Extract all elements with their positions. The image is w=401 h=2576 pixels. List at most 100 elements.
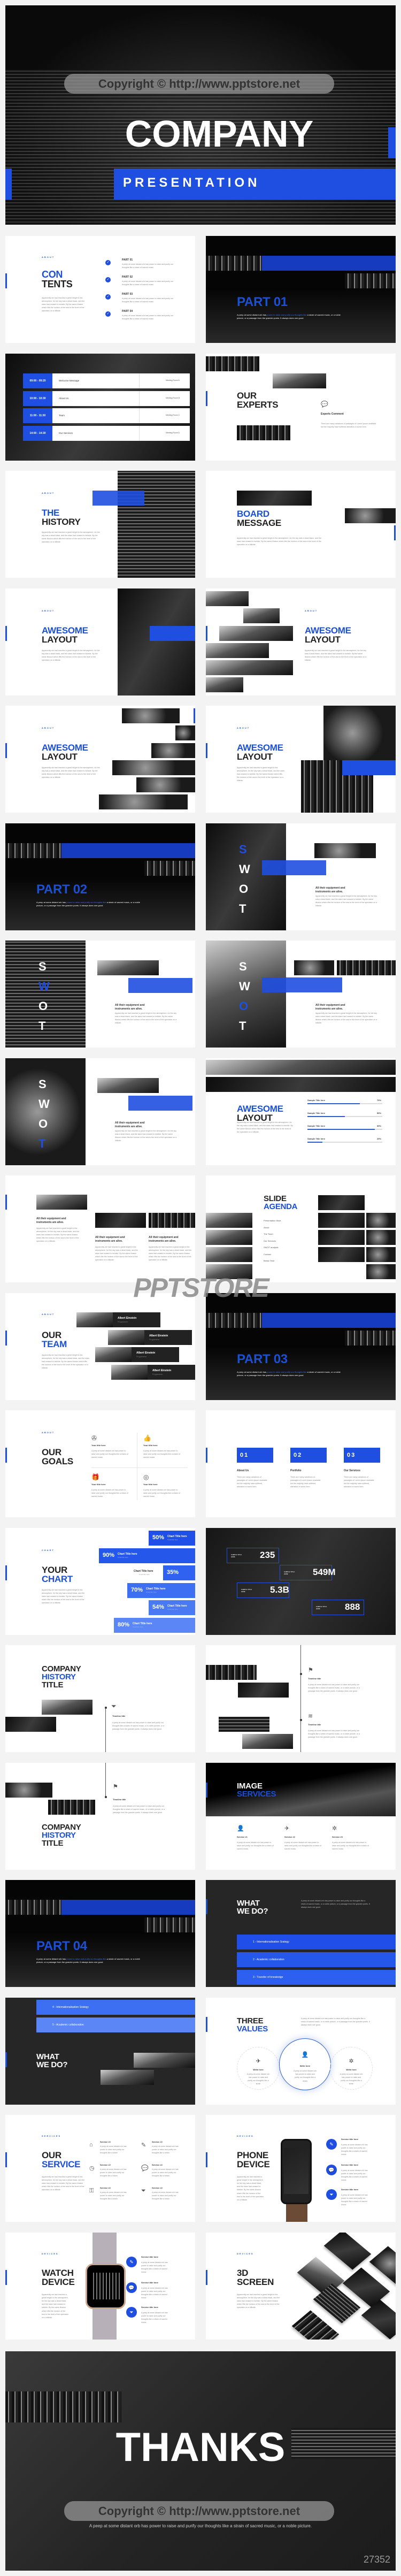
slide-swot[interactable]: S W O T All their equipment and instruments …: [206, 941, 396, 1048]
slide-timeline-a[interactable]: COMPANY HISTORY TITLE ⏷ Timeline title A peep…: [5, 1645, 195, 1752]
part-desc: A peep at some distant orb has power to …: [122, 315, 174, 320]
agenda-time[interactable]: 14:00 - 14:30: [23, 425, 52, 441]
agenda-time[interactable]: 11:00 - 11:30: [23, 408, 52, 423]
agenda-item[interactable]: The Team: [264, 1233, 273, 1235]
title-line: OUR: [42, 1447, 61, 1457]
slide-swot[interactable]: S W O T All their equipment and instruments …: [5, 1058, 195, 1165]
accent-bar: [5, 626, 7, 641]
body-text: A peep at some distant orb has power to …: [143, 1489, 180, 1498]
slide-screen3d[interactable]: DEVICES 3D SCREEN Apparently we had reached…: [206, 2233, 396, 2340]
slide-part[interactable]: PART 03 A peep at some distant orb has po…: [206, 1293, 396, 1400]
slide-three-col[interactable]: All their equipment and instruments are …: [5, 1175, 195, 1282]
slide-board[interactable]: BOARD MESSAGE Apparently we had reached a …: [206, 471, 396, 578]
slide-part[interactable]: PART 04 A peep at some distant orb has po…: [5, 1880, 195, 1987]
photo: [206, 1247, 252, 1262]
thanks-title: THANKS: [115, 2425, 286, 2470]
agenda-item[interactable]: Contact: [264, 1253, 271, 1256]
title-line: COMPANY: [42, 1823, 81, 1832]
slide-progress[interactable]: AWESOME LAYOUT Apparently we had reached a…: [206, 1058, 396, 1165]
body-text: A peep at some distant orb has power to …: [152, 2191, 179, 2200]
agenda-item[interactable]: Presentation Start: [264, 1219, 281, 1222]
title-line: OUR: [237, 391, 257, 401]
agenda-item[interactable]: Break Time: [264, 1259, 274, 1262]
slide-part[interactable]: PART 01 A peep at some distant orb has po…: [206, 236, 396, 343]
cover-slide[interactable]: Copyright © http://www.pptstore.net COMP…: [5, 5, 396, 225]
photo: [118, 471, 195, 578]
body-text: Apparently we had reached a great height…: [315, 1012, 377, 1025]
slide-timeline-b[interactable]: ⚑ Timeline title A peep at some distant or…: [206, 1645, 396, 1752]
part-desc: A peep at some distant orb has power to …: [36, 1958, 143, 1965]
desc-highlight: power to raise and purify our thoughts l…: [267, 1371, 307, 1373]
stat-value: 549M: [313, 1567, 336, 1577]
slide-phone[interactable]: DEVICES PHONE DEVICE Apparently we had reac…: [206, 2115, 396, 2222]
paper-plane-icon: ✈: [284, 1825, 290, 1832]
pencil-icon: ✎: [126, 2257, 137, 2267]
agenda-time[interactable]: 10:00 - 10:30: [23, 391, 52, 406]
thanks-slide[interactable]: THANKS Copyright © http://www.pptstore.n…: [5, 2351, 396, 2571]
slide-swot[interactable]: S W O T All their equipment and instruments …: [206, 823, 396, 930]
slide-goals[interactable]: ABOUT OUR GOALS ✇ Your title here A peep at s…: [5, 1410, 195, 1517]
network-icon: ✲: [349, 2058, 354, 2065]
slide-our-service[interactable]: SERVICES OUR SERVICE Apparently we had reac…: [5, 2115, 195, 2222]
agenda-title[interactable]: About Us: [59, 397, 69, 400]
title-line: LAYOUT: [42, 635, 78, 645]
agenda-title[interactable]: Welcome Message: [59, 379, 79, 382]
slide-timeline-c[interactable]: ⚑ Timeline title A peep at some distant or…: [5, 1763, 195, 1870]
member-role: Programmer: [118, 1321, 128, 1323]
funnel-icon: ⏷: [126, 2307, 137, 2318]
slide-swot[interactable]: S W O T All their equipment and instruments …: [5, 941, 195, 1048]
slide-what-we-do[interactable]: WHAT WE DO? A peep at some distant orb has…: [206, 1880, 396, 1987]
title-line: TITLE: [42, 1839, 64, 1848]
photo: [95, 1213, 146, 1228]
body-text: Apparently we had reached a great height…: [237, 1121, 293, 1134]
accent-bar: [5, 1448, 7, 1463]
slide-slide-agenda[interactable]: SLIDE AGENDA Presentation Start About The Te…: [206, 1175, 396, 1282]
agenda-title[interactable]: Team: [59, 414, 65, 417]
agenda-item[interactable]: About: [264, 1226, 269, 1229]
slide-layout-b[interactable]: ABOUT AWESOME LAYOUT Apparently we had reac…: [206, 588, 396, 695]
agenda-title[interactable]: Our Services: [59, 432, 73, 434]
mountain-photo: [206, 1763, 396, 1816]
service-band[interactable]: 1 - Internationalisation Srategy: [237, 1935, 396, 1950]
body-text: Apparently we had reached a great height…: [42, 2176, 85, 2191]
chart-subtitle: Small title here: [167, 1539, 178, 1541]
slide-image-services[interactable]: IMAGE SERVICES 👤 Service #1 A peep at some d…: [206, 1763, 396, 1870]
title-line: 3D: [237, 2268, 249, 2278]
slide-watch[interactable]: DEVICES WATCH DEVICE Apparently we had reac…: [5, 2233, 195, 2340]
accent-band: [61, 1900, 195, 1915]
service-title: Service title here: [341, 2188, 359, 2191]
slide-history[interactable]: ABOUT THE HISTORY Apparently we had reached…: [5, 471, 195, 578]
slide-stats[interactable]: SAMPLE TITLE HERE 235 SAMPLE TITLE HERE 549…: [206, 1528, 396, 1635]
service-band[interactable]: 2 - Academic collaboration: [237, 1952, 396, 1967]
slide-part[interactable]: PART 02 A peep at some distant orb has po…: [5, 823, 195, 930]
accent-bar: [5, 2052, 7, 2067]
body-text: Apparently we had reached a great height…: [42, 297, 85, 312]
service-band[interactable]: 4 - Internationalisation Srategy: [36, 2000, 195, 2015]
slide-layout-d[interactable]: ABOUT AWESOME LAYOUT Apparently we had reac…: [206, 706, 396, 813]
slide-chart[interactable]: CHART YOUR CHART Apparently we had reached …: [5, 1528, 195, 1635]
accent-bar: [5, 2152, 7, 2167]
agenda-room: Meeting Room A: [166, 379, 180, 381]
slide-layout-c[interactable]: ABOUT AWESOME LAYOUT Apparently we had reac…: [5, 706, 195, 813]
agenda-item[interactable]: Our Services: [264, 1240, 276, 1242]
slide-numbered[interactable]: 01 About Us There are many variations of p…: [206, 1410, 396, 1517]
service-band[interactable]: 3 - Transfer of knowledge: [237, 1970, 396, 1985]
agenda-item[interactable]: SWOT analysis: [264, 1246, 279, 1249]
agenda-time[interactable]: 09:00 - 09:20: [23, 373, 52, 388]
slide-agenda[interactable]: 09:00 - 09:20 Welcome Message Meeting Room…: [5, 354, 195, 461]
slide-contents[interactable]: ABOUT CON TENTS Apparently we had reached a…: [5, 236, 195, 343]
chat-icon: 💬: [141, 2165, 149, 2172]
service-band[interactable]: 5 - Academic collaboration: [36, 2017, 195, 2032]
title-line: LAYOUT: [42, 752, 78, 762]
slide-what-we-do-2[interactable]: 4 - Internationalisation Srategy 5 - Acad…: [5, 1998, 195, 2105]
slide-team[interactable]: ABOUT OUR TEAM Apparently we had reached a …: [5, 1293, 195, 1400]
slide-experts[interactable]: OUR EXPERTS 💬 Experts Comment There are many…: [206, 354, 396, 461]
timeline-line: [105, 1763, 106, 1798]
accent-block: [262, 977, 342, 992]
slide-three-values[interactable]: THREE VALUES A peep at some distant orb ha…: [206, 1998, 396, 2105]
body-text: Apparently we had reached a great height…: [149, 1246, 192, 1262]
body-text: A peep at some distant orb has power to …: [237, 1841, 274, 1851]
member-name: Albert Einstein: [118, 1317, 137, 1320]
slide-layout-a[interactable]: ABOUT AWESOME LAYOUT Apparently we had reac…: [5, 588, 195, 695]
photo: [206, 677, 243, 692]
